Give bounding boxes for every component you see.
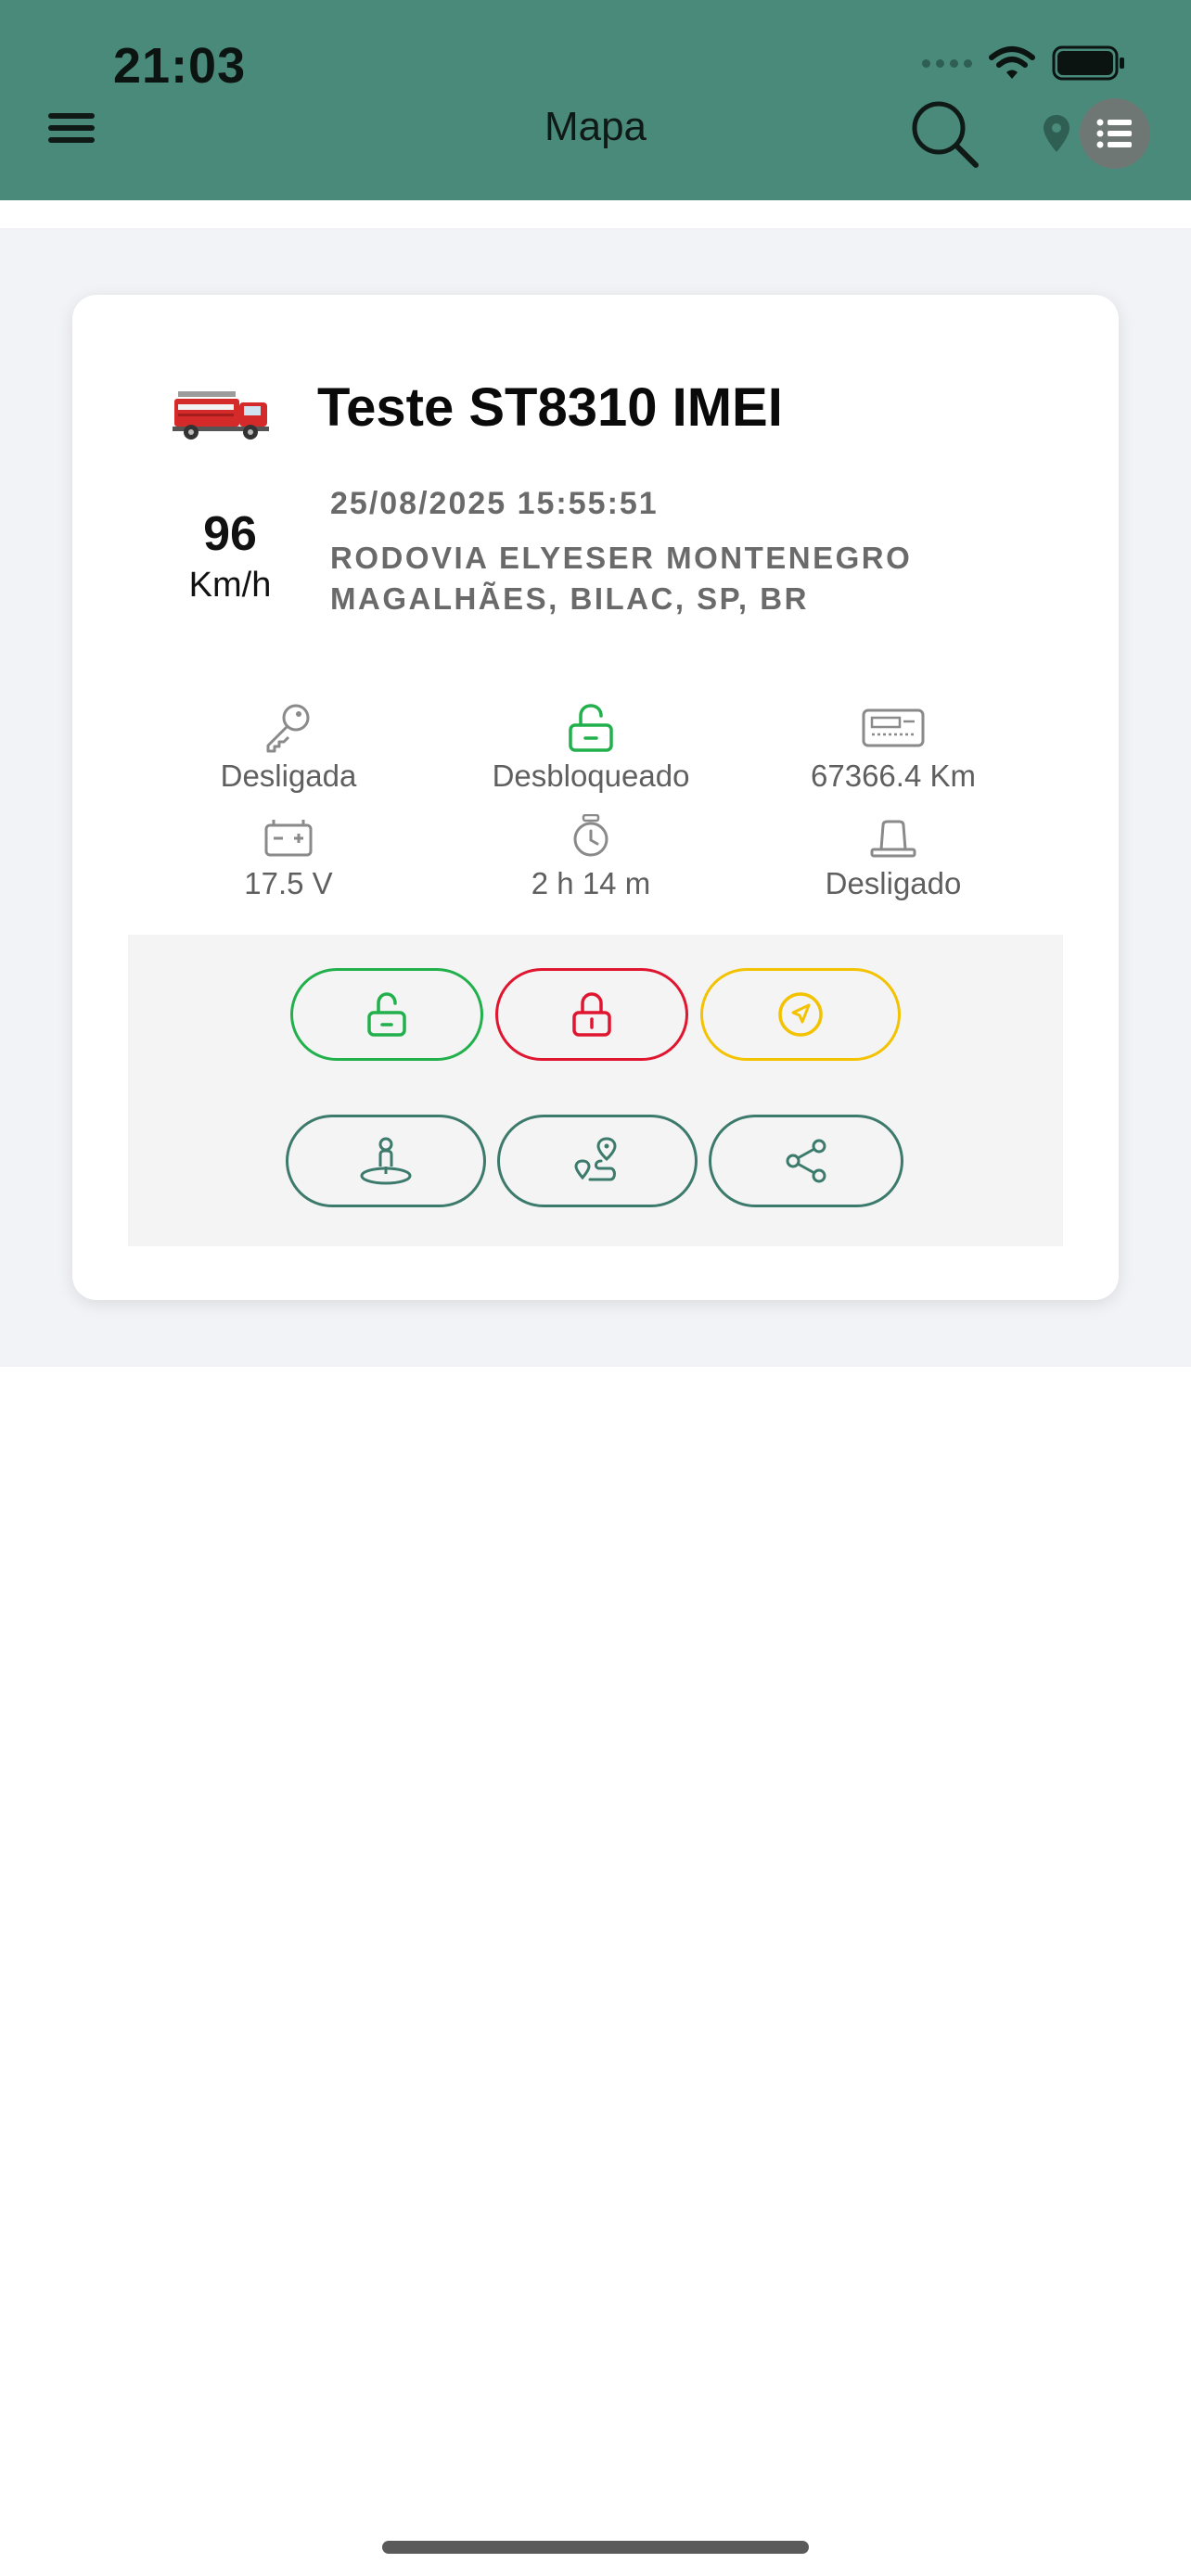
map-pin-icon[interactable] bbox=[1041, 113, 1072, 154]
wifi-icon bbox=[989, 46, 1035, 79]
battery-status-icon bbox=[1052, 45, 1124, 81]
signal-icon bbox=[922, 58, 972, 68]
street-view-button[interactable] bbox=[286, 1115, 486, 1207]
fire-truck-icon bbox=[173, 391, 269, 440]
unlock-icon bbox=[367, 992, 406, 1037]
battery-icon bbox=[264, 820, 313, 857]
unlock-button[interactable] bbox=[290, 968, 483, 1061]
vehicle-card[interactable]: Teste ST8310 IMEI 96 Km/h 25/08/2025 15:… bbox=[72, 295, 1119, 1300]
search-button[interactable] bbox=[909, 98, 980, 169]
navigate-button[interactable] bbox=[700, 968, 901, 1061]
list-view-button[interactable] bbox=[1080, 98, 1150, 169]
odometer-label: 67366.4 Km bbox=[811, 759, 976, 793]
status-indicators bbox=[922, 45, 1126, 82]
lock-icon bbox=[572, 992, 611, 1037]
speed-value: 96 bbox=[203, 507, 257, 561]
street-view-icon bbox=[360, 1137, 412, 1185]
odometer-status: 67366.4 Km bbox=[742, 701, 1044, 794]
actions-panel bbox=[128, 935, 1063, 1246]
route-icon bbox=[574, 1137, 617, 1181]
share-button[interactable] bbox=[709, 1115, 903, 1207]
battery-voltage: 17.5 V bbox=[137, 814, 440, 901]
stopwatch-icon bbox=[573, 814, 608, 857]
app-header: 21:03 Mapa bbox=[0, 0, 1191, 200]
siren-label: Desligado bbox=[825, 866, 962, 900]
route-history-button[interactable] bbox=[497, 1115, 698, 1207]
ignition-status: Desligada bbox=[137, 701, 440, 794]
time-label: 2 h 14 m bbox=[531, 866, 651, 900]
speed-unit: Km/h bbox=[188, 566, 272, 605]
time-stopped: 2 h 14 m bbox=[440, 814, 742, 901]
list-icon bbox=[1096, 119, 1132, 148]
siren-status: Desligado bbox=[742, 814, 1044, 901]
odometer-icon bbox=[862, 708, 925, 747]
ignition-label: Desligada bbox=[220, 759, 357, 793]
status-time: 21:03 bbox=[113, 38, 247, 94]
page-title: Mapa bbox=[544, 104, 647, 149]
vehicle-name: Teste ST8310 IMEI bbox=[317, 377, 783, 438]
unlock-icon bbox=[569, 704, 613, 752]
lock-status: Desbloqueado bbox=[440, 701, 742, 794]
lock-label: Desbloqueado bbox=[492, 759, 690, 793]
navigation-icon bbox=[778, 992, 823, 1037]
last-update-datetime: 25/08/2025 15:55:51 bbox=[330, 486, 659, 521]
siren-icon bbox=[870, 820, 916, 858]
key-icon bbox=[266, 704, 310, 753]
home-indicator[interactable] bbox=[382, 2541, 809, 2554]
battery-label: 17.5 V bbox=[244, 866, 333, 900]
share-icon bbox=[786, 1139, 826, 1183]
lock-button[interactable] bbox=[495, 968, 688, 1061]
vehicle-address: RODOVIA ELYESER MONTENEGRO MAGALHÃES, BI… bbox=[330, 541, 913, 616]
